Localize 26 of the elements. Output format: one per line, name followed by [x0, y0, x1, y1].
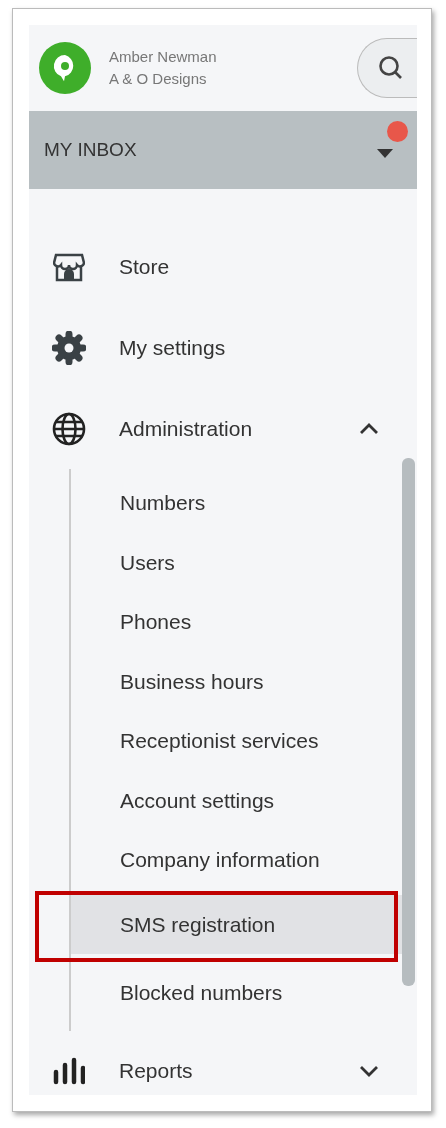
submenu-item[interactable]: Business hours: [71, 651, 405, 711]
submenu-item[interactable]: Receptionist services: [71, 711, 405, 771]
menu-item[interactable]: Store: [29, 226, 417, 307]
submenu-item[interactable]: Numbers: [71, 473, 405, 533]
search-icon: [377, 55, 404, 81]
submenu-item[interactable]: Company information: [71, 830, 405, 890]
logo-icon: [39, 42, 91, 94]
submenu-item[interactable]: SMS registration: [71, 894, 405, 954]
gear-icon: [52, 330, 86, 365]
menu-item[interactable]: Administration: [29, 388, 417, 469]
user-name: Amber Newman: [109, 47, 218, 67]
submenu-item[interactable]: Blocked numbers: [71, 963, 405, 1023]
globe-icon: [52, 411, 86, 446]
store-icon: [53, 251, 85, 282]
caret-icon: [377, 149, 393, 159]
bar-chart-icon: [53, 1057, 85, 1085]
submenu-item[interactable]: Phones: [71, 592, 405, 652]
inbox-dropdown[interactable]: MY INBOX: [29, 111, 417, 189]
menu-item[interactable]: Reports: [29, 1030, 417, 1095]
inbox-label: MY INBOX: [44, 137, 137, 162]
search-button[interactable]: [357, 38, 417, 98]
submenu-item[interactable]: Users: [71, 532, 405, 592]
company-name: A & O Designs: [109, 69, 208, 89]
scrollbar-thumb[interactable]: [402, 458, 415, 986]
menu-item[interactable]: My settings: [29, 307, 417, 388]
submenu-item[interactable]: Account settings: [71, 770, 405, 830]
